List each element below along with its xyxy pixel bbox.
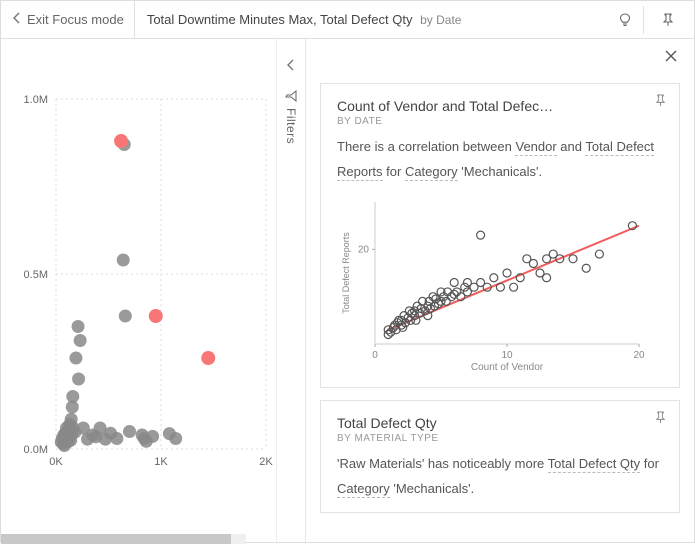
card2-t1: 'Raw Materials' has noticeably more (337, 456, 548, 471)
insight-card-vendor-defect: Count of Vendor and Total Defec… BY DATE… (320, 83, 680, 388)
chevron-left-icon (13, 12, 21, 27)
svg-text:20: 20 (358, 245, 370, 256)
insights-pane: Count of Vendor and Total Defec… BY DATE… (306, 39, 694, 544)
card2-body: 'Raw Materials' has noticeably more Tota… (337, 452, 663, 501)
card1-t4: 'Mechanicals'. (458, 164, 542, 179)
card2-t3: 'Mechanicals'. (390, 481, 474, 496)
term-category-1[interactable]: Category (405, 164, 458, 181)
card1-subtitle: BY DATE (337, 116, 663, 127)
svg-text:20: 20 (633, 350, 645, 361)
svg-text:10: 10 (501, 350, 513, 361)
exit-focus-button[interactable]: Exit Focus mode (13, 1, 135, 38)
close-insights-button[interactable] (664, 49, 678, 68)
main-content: 0.0M0.5M1.0M0K1K2K Filters Co (1, 39, 694, 544)
term-category-2[interactable]: Category (337, 481, 390, 498)
card1-title: Count of Vendor and Total Defec… (337, 98, 663, 114)
svg-text:Count of Vendor: Count of Vendor (471, 362, 544, 373)
card1-body: There is a correlation between Vendor an… (337, 135, 663, 184)
funnel-icon (284, 90, 298, 102)
card1-t2: and (557, 139, 586, 154)
title-sub: by Date (420, 13, 461, 27)
left-pane: 0.0M 0.5M 1.0M 0K 1K 2K Filters (1, 39, 306, 544)
term-vendor[interactable]: Vendor (515, 139, 556, 156)
svg-text:1.0M: 1.0M (24, 94, 48, 106)
svg-text:2K: 2K (259, 456, 273, 468)
svg-text:0.0M: 0.0M (24, 444, 48, 456)
filters-label[interactable]: Filters (284, 90, 298, 144)
pin-icon[interactable] (654, 6, 682, 34)
term-total-defect-qty[interactable]: Total Defect Qty (548, 456, 640, 473)
filters-text: Filters (284, 108, 298, 144)
main-scatter-chart[interactable]: 0.0M 0.5M 1.0M 0K 1K 2K (1, 39, 276, 544)
svg-text:Total Defect Reports: Total Defect Reports (341, 232, 351, 314)
filters-panel: Filters (276, 39, 305, 544)
card2-t2: for (640, 456, 659, 471)
collapse-filters-button[interactable] (286, 59, 296, 74)
page-title: Total Downtime Minutes Max, Total Defect… (135, 12, 616, 27)
insight-card-defect-qty: Total Defect Qty BY MATERIAL TYPE 'Raw M… (320, 400, 680, 512)
pin-card-button[interactable] (654, 94, 667, 110)
title-main: Total Downtime Minutes Max, Total Defect… (147, 12, 413, 27)
header-actions (616, 6, 682, 34)
card2-title: Total Defect Qty (337, 415, 663, 431)
lightbulb-icon[interactable] (616, 6, 644, 34)
svg-text:0.5M: 0.5M (24, 269, 48, 281)
svg-text:1K: 1K (154, 456, 168, 468)
exit-focus-label: Exit Focus mode (27, 12, 124, 27)
app-header: Exit Focus mode Total Downtime Minutes M… (1, 1, 694, 39)
card2-subtitle: BY MATERIAL TYPE (337, 433, 663, 444)
svg-text:0K: 0K (49, 456, 63, 468)
insight-scatter-chart[interactable]: 20 0 10 20 Total Defect Reports Count of Vend… (337, 194, 663, 377)
svg-text:0: 0 (372, 350, 378, 361)
pin-card-button[interactable] (654, 411, 667, 427)
card1-t3: for (383, 164, 405, 179)
card1-t1: There is a correlation between (337, 139, 515, 154)
